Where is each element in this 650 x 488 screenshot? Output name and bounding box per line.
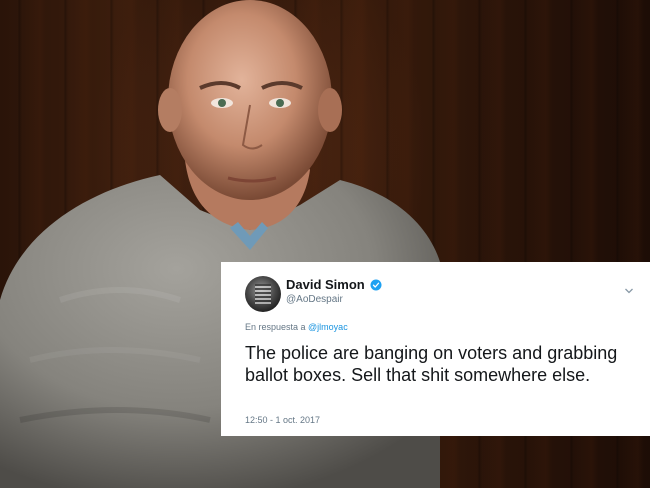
right-iris-shape (276, 99, 284, 107)
head-shape (168, 0, 332, 200)
avatar[interactable] (245, 276, 281, 312)
author-display-name[interactable]: David Simon (286, 277, 365, 292)
tweet-text: The police are banging on voters and gra… (245, 343, 618, 385)
verified-badge-icon (370, 279, 382, 290)
left-iris-shape (218, 99, 226, 107)
right-ear-shape (318, 88, 342, 132)
reply-mention-link[interactable]: @jlmoyac (308, 322, 348, 332)
chevron-down-icon[interactable] (624, 286, 634, 296)
left-ear-shape (158, 88, 182, 132)
reply-context: En respuesta a @jlmoyac (245, 322, 348, 332)
photo-background: David Simon @AoDespair En respuesta a @j… (0, 0, 650, 488)
tweet-card[interactable]: David Simon @AoDespair En respuesta a @j… (221, 262, 650, 436)
author-name-row: David Simon (286, 277, 382, 292)
tweet-timestamp[interactable]: 12:50 - 1 oct. 2017 (245, 415, 320, 425)
reply-prefix: En respuesta a (245, 322, 309, 332)
author-handle[interactable]: @AoDespair (286, 294, 343, 305)
